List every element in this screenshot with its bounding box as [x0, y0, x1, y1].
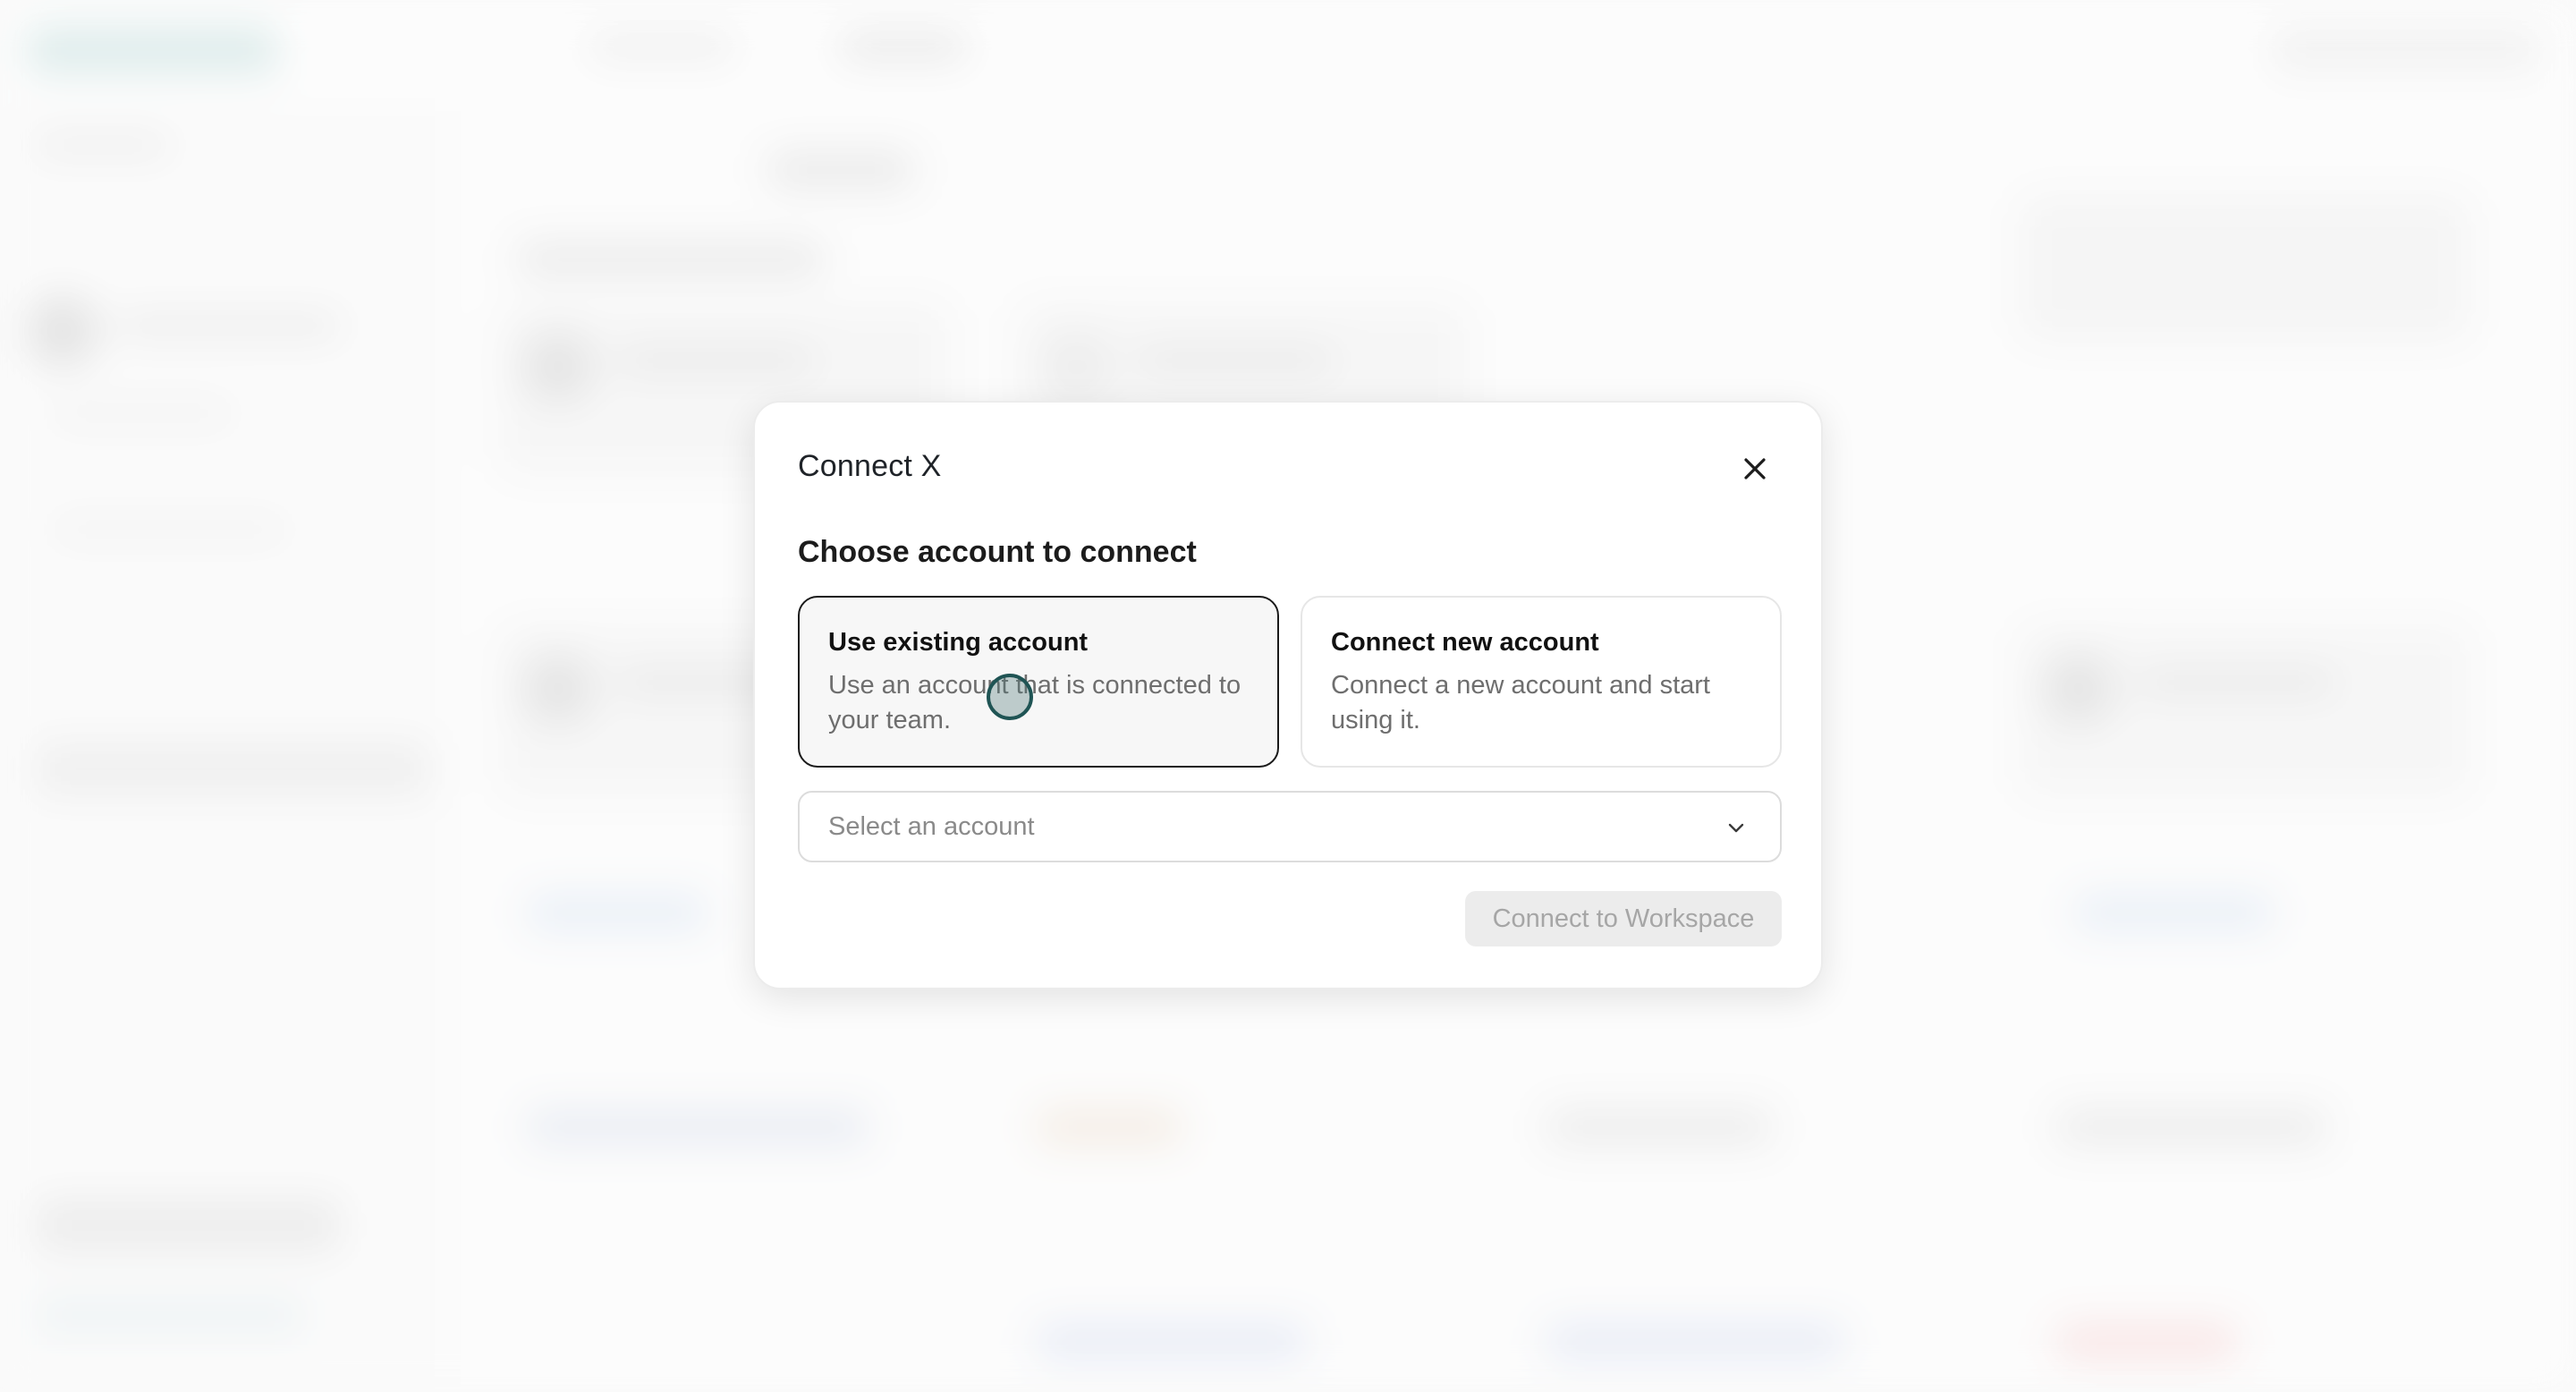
option-title: Connect new account	[1331, 628, 1599, 657]
chevron-down-icon	[1728, 823, 1744, 833]
connect-dialog: Connect X Choose account to connect Use …	[753, 401, 1823, 989]
close-icon	[1744, 458, 1766, 480]
section-title: Choose account to connect	[798, 535, 1197, 569]
close-button[interactable]	[1739, 453, 1771, 485]
option-description: Use an account that is connected to your…	[828, 671, 1241, 734]
dialog-title: Connect X	[798, 449, 942, 483]
option-connect-new-account[interactable]: Connect new account Connect a new accoun…	[1301, 596, 1782, 768]
option-use-existing-account[interactable]: Use existing account Use an account that…	[798, 596, 1279, 768]
account-select[interactable]: Select an account	[798, 791, 1782, 862]
option-description: Connect a new account and start using it…	[1331, 671, 1710, 734]
account-select-placeholder: Select an account	[828, 812, 1035, 841]
option-title: Use existing account	[828, 628, 1089, 657]
mouse-cursor-indicator	[987, 674, 1033, 720]
connect-to-workspace-button[interactable]: Connect to Workspace	[1465, 891, 1782, 946]
